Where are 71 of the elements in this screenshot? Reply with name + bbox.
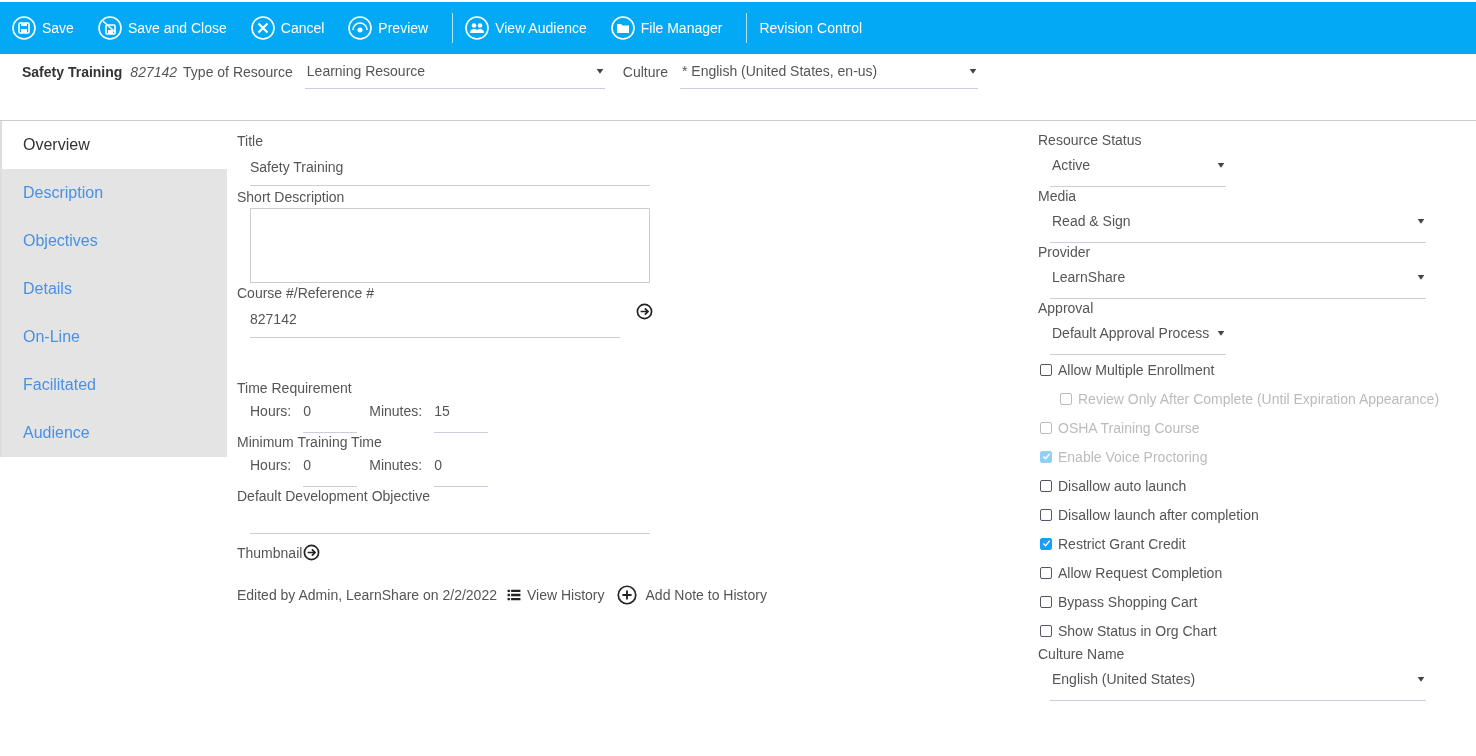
checkbox-label: Restrict Grant Credit (1058, 535, 1186, 552)
hours-field[interactable]: 0 (303, 397, 358, 433)
hours-field[interactable]: 0 (303, 451, 358, 487)
checkbox-label: Allow Multiple Enrollment (1058, 361, 1215, 378)
save-close-icon (97, 16, 122, 40)
add-note-link[interactable]: Add Note to History (616, 585, 767, 605)
dropdown[interactable]: Default Approval Process (1050, 317, 1226, 355)
culture-dropdown[interactable]: * English (United States, en-us) (679, 62, 978, 89)
field-label: Short Description (237, 188, 346, 206)
arrow-circle-icon[interactable] (636, 302, 653, 320)
field-label: Thumbnail (237, 544, 303, 561)
dropdown-caret-icon (1416, 674, 1426, 683)
edited-info: Edited by Admin, LearnShare on 2/2/2022 (237, 587, 497, 603)
arrow-circle-icon[interactable] (303, 544, 321, 561)
field-label: Default Development Objective (237, 487, 431, 505)
dropdown[interactable]: LearnShare (1050, 261, 1426, 299)
folder-icon (610, 16, 635, 40)
view-history-link[interactable]: View History (506, 587, 605, 603)
plus-circle-icon (616, 585, 637, 605)
title-field[interactable]: Safety Training (250, 150, 650, 186)
field-label: Hours: (250, 456, 292, 475)
field-label: Approval (1038, 299, 1095, 317)
field-label: Provider (1038, 243, 1092, 261)
checkbox[interactable] (1040, 566, 1052, 579)
checkbox[interactable] (1040, 363, 1052, 376)
minutes-field[interactable]: 0 (434, 451, 489, 487)
checkbox-label: Disallow launch after completion (1058, 506, 1259, 523)
field-label: Minutes: (369, 402, 423, 421)
dropdown-caret-icon (1216, 328, 1226, 337)
preview-icon (348, 16, 373, 40)
field-label: Type of Resource (183, 63, 293, 82)
field-label: Culture (622, 63, 668, 82)
dropdown[interactable]: English (United States) (1050, 663, 1426, 701)
resource-title: Safety Training (22, 63, 123, 82)
type-dropdown[interactable]: Learning Resource (304, 62, 605, 89)
checkbox-label: Show Status in Org Chart (1058, 622, 1217, 639)
checkbox-label: Review Only After Complete (Until Expiration Appearance) (1078, 390, 1440, 407)
field-label: Title (237, 132, 264, 150)
field-label: Time Requirement (237, 379, 353, 397)
cancel-icon (250, 16, 275, 40)
checkbox-label: Enable Voice Proctoring (1058, 448, 1208, 465)
people-icon (465, 16, 490, 40)
course-number-field[interactable]: 827142 (250, 302, 620, 338)
dropdown[interactable]: Read & Sign (1050, 205, 1426, 243)
checkbox[interactable] (1040, 479, 1052, 492)
save-icon (12, 16, 36, 40)
short-description-field[interactable] (250, 208, 650, 283)
field-label: Hours: (250, 402, 292, 421)
dropdown-caret-icon (594, 67, 605, 75)
dropdown[interactable]: Active (1050, 149, 1226, 187)
checkbox-label: Allow Request Completion (1058, 564, 1223, 581)
checkbox-label: Disallow auto launch (1058, 477, 1187, 494)
list-icon (506, 588, 521, 602)
field-label: Minutes: (369, 456, 423, 475)
checkbox-label: Bypass Shopping Cart (1058, 593, 1198, 610)
field-label: Course #/Reference # (237, 284, 375, 302)
dropdown-caret-icon (1216, 160, 1226, 169)
field-label: Resource Status (1038, 131, 1143, 149)
field-label: Minimum Training Time (237, 433, 383, 451)
resource-number: 827142 (130, 63, 178, 82)
dropdown-caret-icon (1416, 216, 1426, 225)
checkbox[interactable] (1040, 508, 1052, 521)
dropdown-caret-icon (1416, 272, 1426, 281)
dropdown-caret-icon (967, 67, 978, 75)
checkbox-label: OSHA Training Course (1058, 419, 1200, 436)
field-label: Media (1038, 187, 1078, 205)
checkbox[interactable] (1040, 537, 1052, 550)
minutes-field[interactable]: 15 (434, 397, 489, 433)
field-label: Culture Name (1038, 645, 1126, 663)
checkbox[interactable] (1040, 624, 1052, 637)
checkbox[interactable] (1040, 595, 1052, 608)
